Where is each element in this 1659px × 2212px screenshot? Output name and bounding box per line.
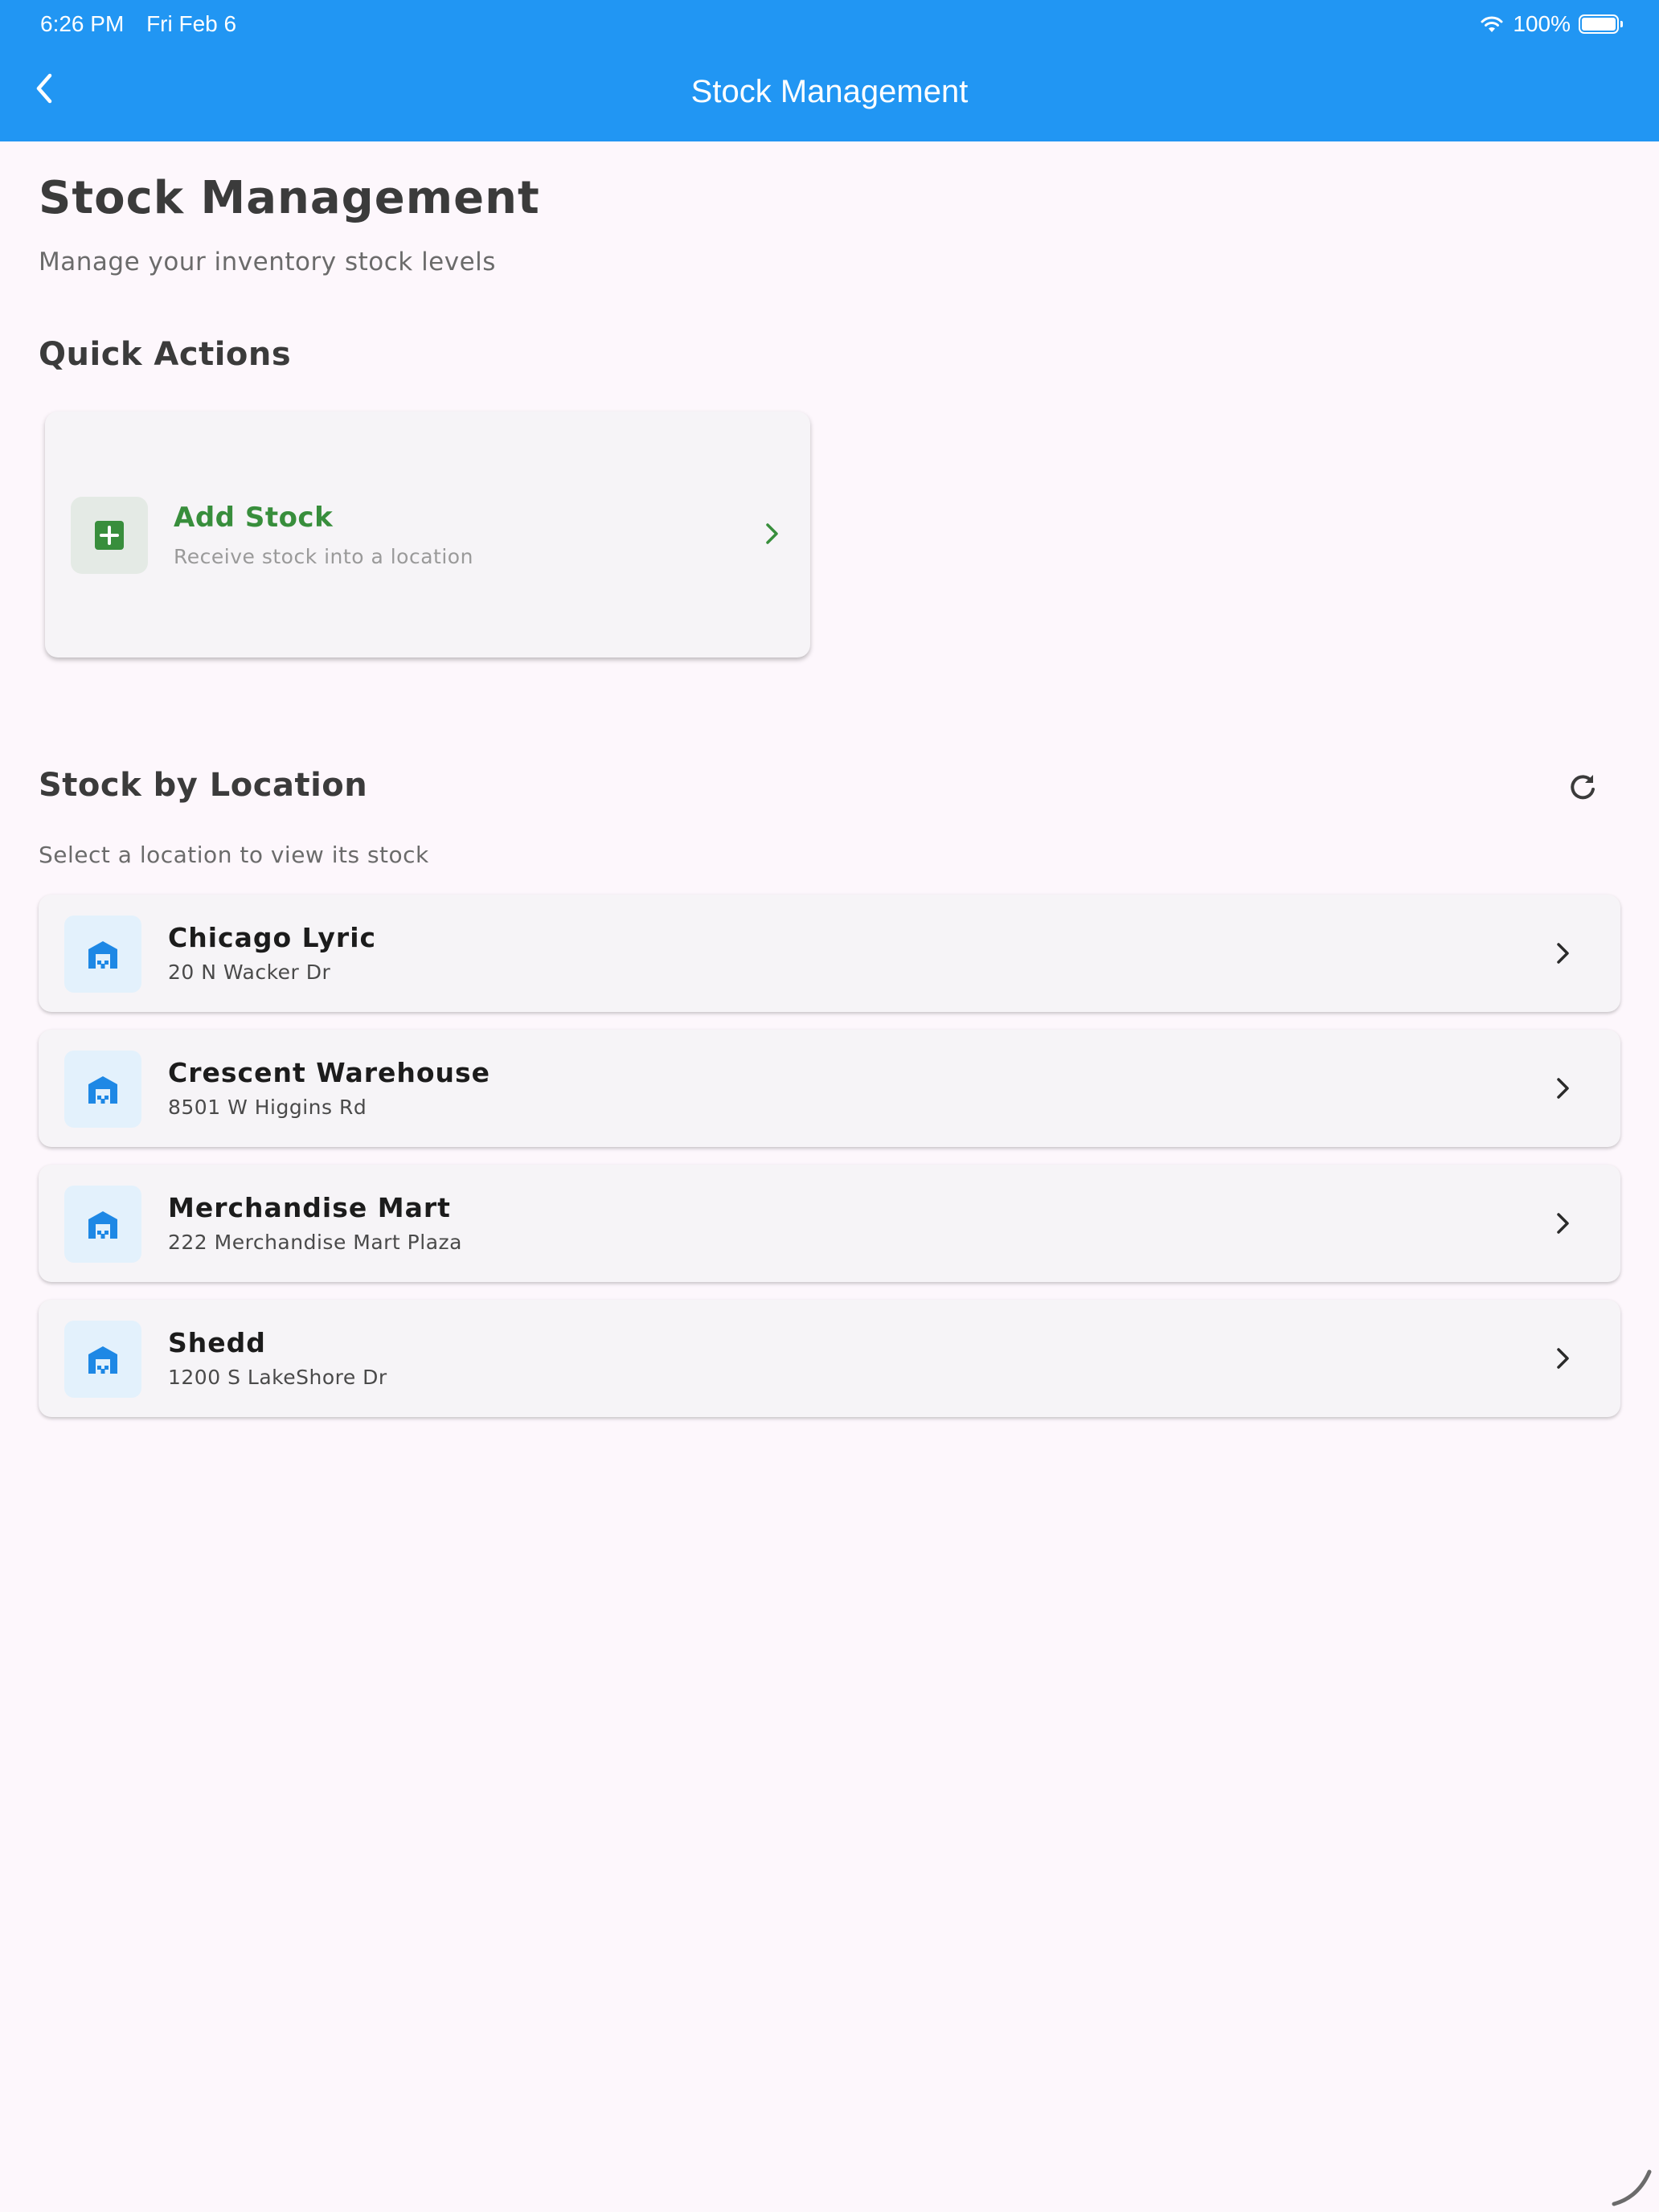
- chevron-right-icon: [1557, 1078, 1569, 1099]
- location-address: 1200 S LakeShore Dr: [168, 1366, 387, 1389]
- refresh-icon: [1571, 775, 1595, 800]
- location-card-crescent-warehouse[interactable]: Crescent Warehouse 8501 W Higgins Rd: [39, 1030, 1620, 1147]
- location-address: 8501 W Higgins Rd: [168, 1096, 367, 1119]
- warehouse-icon: [88, 941, 117, 969]
- status-bar: 6:26 PM Fri Feb 6 100%: [40, 11, 1623, 43]
- status-right: 100%: [1479, 11, 1623, 37]
- location-address: 222 Merchandise Mart Plaza: [168, 1231, 462, 1254]
- battery-icon: [1579, 14, 1623, 34]
- add-box-icon: [95, 521, 124, 550]
- app-bar-title: Stock Management: [690, 74, 969, 109]
- location-card-chicago-lyric[interactable]: Chicago Lyric 20 N Wacker Dr: [39, 895, 1620, 1012]
- stock-by-location-help: Select a location to view its stock: [39, 842, 429, 868]
- chevron-right-icon: [1557, 1348, 1569, 1369]
- location-icon-container: [64, 1051, 141, 1128]
- refresh-button[interactable]: [1563, 768, 1603, 808]
- wifi-icon: [1481, 16, 1503, 32]
- stock-by-location-heading: Stock by Location: [39, 767, 368, 804]
- quick-actions-heading: Quick Actions: [39, 336, 292, 373]
- chevron-right-icon: [1557, 943, 1569, 964]
- warehouse-icon: [88, 1211, 117, 1239]
- location-name: Crescent Warehouse: [168, 1057, 491, 1088]
- warehouse-icon: [88, 1076, 117, 1104]
- location-icon-container: [64, 1186, 141, 1263]
- page-subtitle: Manage your inventory stock levels: [39, 248, 496, 276]
- warehouse-icon: [88, 1346, 117, 1374]
- location-name: Merchandise Mart: [168, 1192, 451, 1223]
- status-date: Fri Feb 6: [146, 11, 237, 36]
- location-icon-container: [64, 1321, 141, 1398]
- location-name: Chicago Lyric: [168, 922, 377, 953]
- location-address: 20 N Wacker Dr: [168, 961, 331, 984]
- location-card-merchandise-mart[interactable]: Merchandise Mart 222 Merchandise Mart Pl…: [39, 1165, 1620, 1282]
- add-stock-subtitle: Receive stock into a location: [174, 545, 473, 568]
- add-stock-title: Add Stock: [174, 502, 334, 534]
- status-time: 6:26 PM: [40, 11, 125, 36]
- chevron-right-icon: [766, 523, 778, 544]
- add-stock-card[interactable]: Add Stock Receive stock into a location: [45, 412, 810, 657]
- location-icon-container: [64, 916, 141, 993]
- resize-handle-icon: [1612, 2169, 1652, 2206]
- location-card-shedd[interactable]: Shedd 1200 S LakeShore Dr: [39, 1300, 1620, 1417]
- battery-percentage: 100%: [1513, 11, 1571, 36]
- chevron-right-icon: [1557, 1213, 1569, 1234]
- status-left: 6:26 PM Fri Feb 6: [40, 11, 236, 37]
- page-title: Stock Management: [39, 172, 540, 224]
- add-stock-icon-container: [71, 497, 148, 574]
- location-name: Shedd: [168, 1327, 266, 1358]
- app-bar: 6:26 PM Fri Feb 6 100% Stock Management: [0, 0, 1659, 141]
